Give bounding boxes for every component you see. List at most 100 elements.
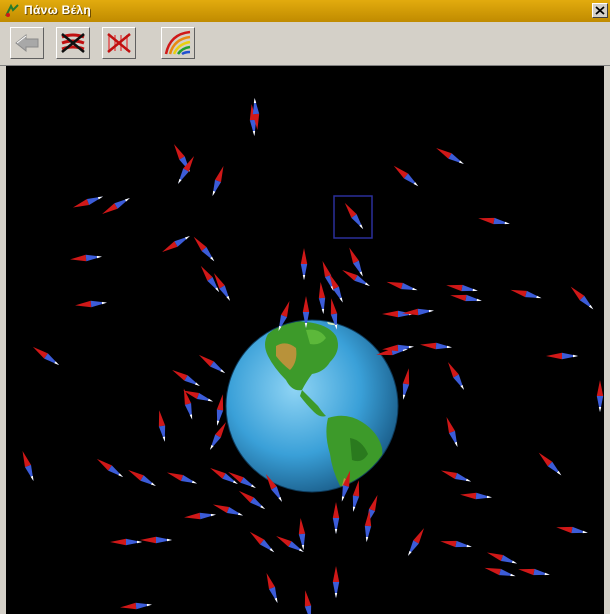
title-bar[interactable]: Πάνω Βέλη bbox=[0, 0, 610, 22]
compass-needle[interactable] bbox=[70, 253, 102, 262]
needle-tip bbox=[511, 560, 518, 564]
compass-needle[interactable] bbox=[156, 410, 168, 443]
compass-needle[interactable] bbox=[197, 352, 227, 376]
compass-needle[interactable] bbox=[171, 367, 202, 389]
compass-needle[interactable] bbox=[440, 468, 472, 485]
compass-needle[interactable] bbox=[300, 248, 308, 280]
compass-needle[interactable] bbox=[317, 282, 326, 314]
compass-needle[interactable] bbox=[214, 394, 226, 427]
needle-south-half bbox=[219, 285, 230, 301]
needle-north-half bbox=[110, 538, 126, 546]
needle-south-half bbox=[453, 374, 464, 390]
compass-needle[interactable] bbox=[556, 524, 589, 536]
compass-needle[interactable] bbox=[350, 480, 362, 513]
compass-needle[interactable] bbox=[420, 341, 452, 350]
compass-needle[interactable] bbox=[175, 155, 197, 186]
clear-lines-button[interactable] bbox=[102, 27, 136, 59]
compass-needle[interactable] bbox=[127, 467, 158, 489]
compass-needle[interactable] bbox=[440, 538, 473, 550]
compass-needle[interactable] bbox=[248, 529, 277, 554]
crossed-field-lines-icon bbox=[107, 33, 131, 53]
needle-tip bbox=[446, 345, 452, 349]
needle-north-half bbox=[70, 254, 87, 262]
compass-needle[interactable] bbox=[342, 201, 366, 231]
compass-needle[interactable] bbox=[140, 536, 172, 544]
compass-needle[interactable] bbox=[510, 287, 543, 301]
compass-needle[interactable] bbox=[460, 491, 492, 500]
needle-north-half bbox=[216, 394, 224, 411]
compass-needle[interactable] bbox=[392, 163, 421, 188]
needle-tip bbox=[226, 295, 230, 301]
compass-needle[interactable] bbox=[518, 566, 551, 578]
compass-needle[interactable] bbox=[596, 380, 604, 412]
needle-north-half bbox=[212, 504, 230, 514]
back-button[interactable] bbox=[10, 27, 44, 59]
compass-needle[interactable] bbox=[446, 282, 479, 294]
needle-south-half bbox=[108, 465, 124, 478]
compass-needle[interactable] bbox=[386, 279, 419, 293]
needle-north-half bbox=[280, 300, 290, 318]
needle-south-half bbox=[448, 430, 458, 448]
compass-needle[interactable] bbox=[120, 601, 152, 610]
compass-needle[interactable] bbox=[237, 488, 267, 512]
compass-needle[interactable] bbox=[332, 502, 340, 534]
compass-needle[interactable] bbox=[341, 267, 372, 289]
compass-needle[interactable] bbox=[536, 450, 563, 477]
compass-needle[interactable] bbox=[72, 194, 104, 211]
compass-needle[interactable] bbox=[450, 292, 483, 304]
compass-needle[interactable] bbox=[210, 165, 227, 197]
needle-north-half bbox=[300, 248, 308, 264]
compass-needle[interactable] bbox=[101, 195, 132, 217]
compass-needle[interactable] bbox=[405, 527, 427, 558]
needle-north-half bbox=[72, 198, 90, 208]
compass-needle[interactable] bbox=[445, 361, 467, 392]
compass-needle[interactable] bbox=[332, 566, 340, 598]
needle-south-half bbox=[240, 477, 256, 488]
compass-needle[interactable] bbox=[212, 502, 244, 519]
magnetic-field-viewport[interactable] bbox=[6, 66, 604, 614]
needle-north-half bbox=[304, 590, 312, 607]
needle-tip bbox=[237, 512, 244, 516]
compass-needle[interactable] bbox=[95, 456, 125, 480]
compass-needle[interactable] bbox=[568, 284, 595, 311]
compass-needle[interactable] bbox=[484, 565, 517, 579]
compass-needle[interactable] bbox=[20, 450, 37, 482]
needle-north-half bbox=[298, 518, 306, 535]
close-button[interactable] bbox=[592, 3, 608, 18]
needle-south-half bbox=[184, 375, 200, 386]
needle-tip bbox=[573, 354, 578, 358]
needle-north-half bbox=[386, 281, 403, 290]
needle-tip bbox=[476, 298, 482, 302]
compass-needle[interactable] bbox=[184, 511, 216, 520]
needle-south-half bbox=[184, 403, 193, 420]
compass-needle[interactable] bbox=[110, 538, 142, 546]
needle-south-half bbox=[352, 495, 360, 512]
needle-south-half bbox=[250, 497, 266, 510]
compass-needle[interactable] bbox=[191, 235, 216, 264]
compass-needle[interactable] bbox=[31, 344, 61, 368]
clear-red-button[interactable] bbox=[56, 27, 90, 59]
compass-needle[interactable] bbox=[207, 421, 229, 452]
compass-needle[interactable] bbox=[478, 215, 511, 227]
compass-needle[interactable] bbox=[302, 590, 314, 614]
compass-needle[interactable] bbox=[435, 145, 466, 167]
needle-south-half bbox=[304, 605, 312, 614]
compass-needle[interactable] bbox=[364, 494, 381, 526]
compass-needle[interactable] bbox=[486, 550, 518, 567]
needle-north-half bbox=[266, 572, 276, 590]
field-lines-button[interactable] bbox=[161, 27, 195, 59]
compass-needle[interactable] bbox=[264, 572, 281, 604]
compass-needle[interactable] bbox=[444, 416, 461, 448]
needle-north-half bbox=[393, 165, 409, 179]
compass-needle[interactable] bbox=[546, 352, 578, 360]
compass-needle[interactable] bbox=[161, 233, 192, 255]
needle-south-half bbox=[408, 540, 419, 556]
compass-needle[interactable] bbox=[400, 368, 412, 401]
compass-needle[interactable] bbox=[297, 518, 306, 550]
compass-needle[interactable] bbox=[75, 299, 107, 308]
needle-tip bbox=[486, 495, 492, 499]
needle-south-half bbox=[402, 383, 410, 400]
needle-north-half bbox=[158, 410, 166, 427]
toolbar bbox=[0, 22, 610, 66]
compass-needle[interactable] bbox=[166, 470, 198, 487]
